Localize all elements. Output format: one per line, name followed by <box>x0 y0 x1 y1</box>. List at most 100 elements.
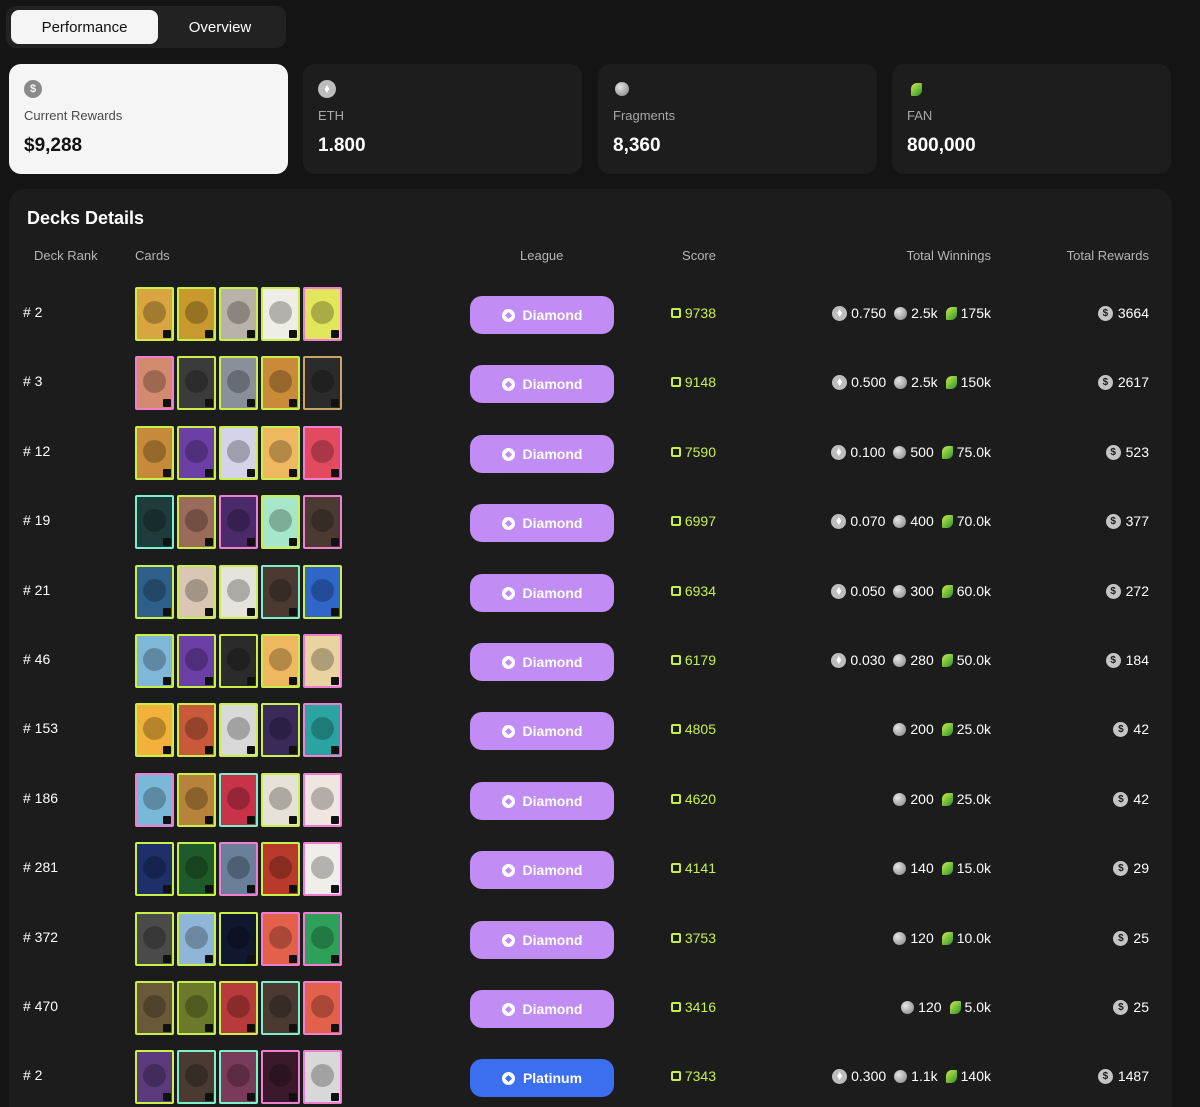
card-portrait <box>227 440 250 463</box>
deck-card[interactable] <box>177 842 216 896</box>
deck-card[interactable] <box>219 703 258 757</box>
league-icon <box>501 377 515 391</box>
deck-card[interactable] <box>219 981 258 1035</box>
deck-card[interactable] <box>261 773 300 827</box>
deck-card[interactable] <box>303 773 342 827</box>
winnings-eth: 0.100 <box>831 444 885 460</box>
deck-card[interactable] <box>135 1050 174 1104</box>
league-badge-button[interactable]: Diamond <box>470 921 614 959</box>
table-row[interactable]: # 12 Diamond 7590 0.100 500 75.0k $523 <box>9 426 1172 482</box>
deck-card[interactable] <box>219 1050 258 1104</box>
league-badge-button[interactable]: Platinum <box>470 1059 614 1097</box>
deck-card[interactable] <box>135 565 174 619</box>
table-row[interactable]: # 46 Diamond 6179 0.030 280 50.0k $184 <box>9 634 1172 690</box>
deck-card[interactable] <box>177 565 216 619</box>
deck-cards <box>135 287 342 341</box>
deck-card[interactable] <box>135 842 174 896</box>
deck-card[interactable] <box>219 912 258 966</box>
deck-card[interactable] <box>177 356 216 410</box>
deck-card[interactable] <box>177 287 216 341</box>
table-row[interactable]: # 21 Diamond 6934 0.050 300 60.0k $272 <box>9 565 1172 621</box>
deck-card[interactable] <box>303 634 342 688</box>
stat-label: Current Rewards <box>24 108 123 123</box>
deck-card[interactable] <box>303 495 342 549</box>
deck-card[interactable] <box>219 565 258 619</box>
deck-card[interactable] <box>135 912 174 966</box>
table-row[interactable]: # 186 Diamond 4620 200 25.0k $42 <box>9 773 1172 829</box>
deck-card[interactable] <box>303 1050 342 1104</box>
tab-performance[interactable]: Performance <box>11 10 158 44</box>
table-row[interactable]: # 281 Diamond 4141 140 15.0k $29 <box>9 842 1172 898</box>
deck-card[interactable] <box>261 703 300 757</box>
card-portrait <box>269 301 292 324</box>
league-badge-button[interactable]: Diamond <box>470 712 614 750</box>
card-level-badge <box>247 1024 255 1032</box>
winnings-fragments: 120 <box>901 999 942 1015</box>
deck-card[interactable] <box>177 912 216 966</box>
deck-card[interactable] <box>219 426 258 480</box>
deck-card[interactable] <box>303 565 342 619</box>
deck-card[interactable] <box>261 1050 300 1104</box>
deck-card[interactable] <box>219 634 258 688</box>
deck-card[interactable] <box>261 981 300 1035</box>
table-row[interactable]: # 2 Diamond 9738 0.750 2.5k 175k $3664 <box>9 287 1172 343</box>
deck-card[interactable] <box>261 426 300 480</box>
deck-card[interactable] <box>261 565 300 619</box>
deck-card[interactable] <box>135 773 174 827</box>
deck-card[interactable] <box>219 356 258 410</box>
deck-card[interactable] <box>219 773 258 827</box>
league-badge-button[interactable]: Diamond <box>470 574 614 612</box>
deck-card[interactable] <box>177 495 216 549</box>
league-badge-button[interactable]: Diamond <box>470 296 614 334</box>
deck-card[interactable] <box>261 912 300 966</box>
deck-card[interactable] <box>135 426 174 480</box>
league-badge-button[interactable]: Diamond <box>470 365 614 403</box>
deck-card[interactable] <box>219 287 258 341</box>
deck-card[interactable] <box>303 981 342 1035</box>
table-row[interactable]: # 2 Platinum 7343 0.300 1.1k 140k $1487 <box>9 1050 1172 1106</box>
deck-card[interactable] <box>261 356 300 410</box>
deck-card[interactable] <box>303 356 342 410</box>
deck-card[interactable] <box>177 426 216 480</box>
deck-card[interactable] <box>261 842 300 896</box>
deck-card[interactable] <box>303 703 342 757</box>
league-badge-button[interactable]: Diamond <box>470 851 614 889</box>
league-badge-button[interactable]: Diamond <box>470 643 614 681</box>
rewards-value: 25 <box>1133 930 1149 946</box>
deck-card[interactable] <box>177 1050 216 1104</box>
deck-card[interactable] <box>135 634 174 688</box>
fan-icon <box>941 722 953 736</box>
league-badge-button[interactable]: Diamond <box>470 782 614 820</box>
deck-card[interactable] <box>303 426 342 480</box>
deck-card[interactable] <box>219 842 258 896</box>
deck-card[interactable] <box>135 981 174 1035</box>
league-badge-button[interactable]: Diamond <box>470 504 614 542</box>
deck-card[interactable] <box>135 495 174 549</box>
table-row[interactable]: # 153 Diamond 4805 200 25.0k $42 <box>9 703 1172 759</box>
deck-card[interactable] <box>303 842 342 896</box>
deck-card[interactable] <box>177 981 216 1035</box>
fragment-icon <box>893 861 907 875</box>
deck-card[interactable] <box>135 356 174 410</box>
deck-card[interactable] <box>219 495 258 549</box>
card-portrait <box>311 440 334 463</box>
league-badge-button[interactable]: Diamond <box>470 990 614 1028</box>
deck-card[interactable] <box>261 495 300 549</box>
deck-card[interactable] <box>135 287 174 341</box>
table-row[interactable]: # 372 Diamond 3753 120 10.0k $25 <box>9 912 1172 968</box>
deck-card[interactable] <box>177 703 216 757</box>
deck-card[interactable] <box>261 634 300 688</box>
deck-card[interactable] <box>177 634 216 688</box>
table-row[interactable]: # 3 Diamond 9148 0.500 2.5k 150k $2617 <box>9 356 1172 412</box>
league-icon <box>501 308 515 322</box>
winnings-fan: 75.0k <box>941 444 991 460</box>
league-badge-button[interactable]: Diamond <box>470 435 614 473</box>
deck-card[interactable] <box>177 773 216 827</box>
tab-overview[interactable]: Overview <box>158 10 282 44</box>
table-row[interactable]: # 470 Diamond 3416 120 5.0k $25 <box>9 981 1172 1037</box>
deck-card[interactable] <box>303 287 342 341</box>
deck-card[interactable] <box>303 912 342 966</box>
deck-card[interactable] <box>261 287 300 341</box>
table-row[interactable]: # 19 Diamond 6997 0.070 400 70.0k $377 <box>9 495 1172 551</box>
deck-card[interactable] <box>135 703 174 757</box>
